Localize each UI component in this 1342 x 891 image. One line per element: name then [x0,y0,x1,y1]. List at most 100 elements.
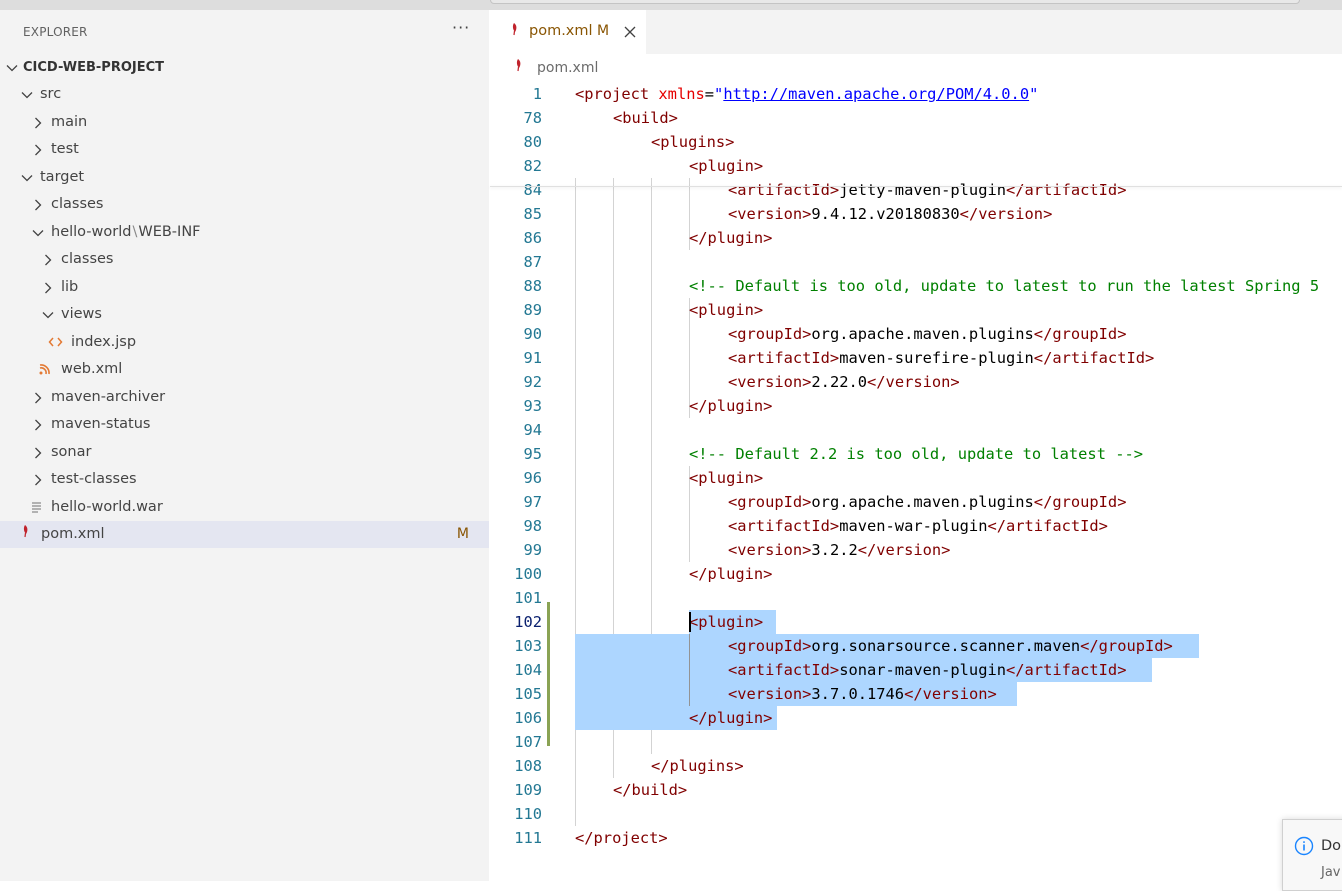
line-number: 78 [523,109,542,127]
tree-item-label: index.jsp [71,334,137,350]
line-content: <plugin> [689,469,764,487]
code-line: 109 </build> [490,778,1342,802]
explorer-title: EXPLORER [23,25,88,39]
line-content: <plugins> [651,133,735,151]
line-number: 80 [523,133,542,151]
line-number: 90 [523,325,542,343]
tree-item-classes[interactable]: classes [0,191,489,218]
tree-item-label: classes [61,251,114,267]
chevron-right-icon [41,246,55,273]
tree-item-test[interactable]: test [0,136,489,163]
tree-item-label: maven-status [51,416,151,432]
line-number: 85 [523,205,542,223]
tree-item-target[interactable]: target [0,164,489,191]
chevron-right-icon [41,274,55,301]
chevron-down-icon [5,54,19,81]
line-content: </project> [575,829,668,847]
chevron-down-icon [41,301,55,328]
line-content: <artifactId>maven-surefire-plugin</artif… [728,349,1155,367]
line-number: 107 [514,733,542,751]
tree-item-label: maven-archiver [51,389,166,405]
more-actions-icon[interactable]: ··· [452,18,470,37]
text-cursor [689,612,691,632]
tree-item-index-jsp[interactable]: index.jsp [0,329,489,356]
line-content: </plugin> [689,709,773,727]
tree-item-views[interactable]: views [0,301,489,328]
tree-item-label: sonar [51,444,92,460]
code-line: 87 [490,250,1342,274]
line-content: <project xmlns="http://maven.apache.org/… [575,85,1039,103]
tree-item-maven-archiver[interactable]: maven-archiver [0,384,489,411]
line-content: <version>3.2.2</version> [728,541,951,559]
chevron-right-icon [31,466,45,493]
line-number: 82 [523,157,542,175]
chevron-down-icon [20,81,34,108]
tree-item-main[interactable]: main [0,109,489,136]
code-line: 103 <groupId>org.sonarsource.scanner.mave… [490,634,1342,658]
tree-item-label: lib [61,279,79,295]
code-line: 102 <plugin> [490,610,1342,634]
line-content: <plugin> [689,613,764,631]
maven-feather-icon [510,22,522,44]
code-line: 91 <artifactId>maven-surefire-plugin</art… [490,346,1342,370]
tree-item-hello-world-war[interactable]: hello-world.war [0,494,489,521]
tree-item-web-xml[interactable]: web.xml [0,356,489,383]
title-bar [0,0,1342,10]
code-line: 106 </plugin> [490,706,1342,730]
chevron-down-icon [31,219,45,246]
code-line: 84 <artifactId>jetty-maven-plugin</artifa… [490,178,1342,202]
code-line: 104 <artifactId>sonar-maven-plugin</artif… [490,658,1342,682]
info-icon [1294,836,1314,860]
notification-subtext: Jav [1321,865,1341,880]
line-number: 104 [514,661,542,679]
chevron-right-icon [31,439,45,466]
code-line: 108 </plugins> [490,754,1342,778]
tree-item-test-classes[interactable]: test-classes [0,466,489,493]
line-number: 103 [514,637,542,655]
code-editor[interactable]: 1 <project xmlns="http://maven.apache.org… [490,82,1342,882]
code-line: 78 <build> [490,106,1342,130]
tree-item-hello-world-web-inf[interactable]: hello-world\WEB-INF [0,219,489,246]
line-content: <version>2.22.0</version> [728,373,960,391]
line-number: 100 [514,565,542,583]
tree-item-web-inf-classes[interactable]: classes [0,246,489,273]
code-line: 80 <plugins> [490,130,1342,154]
tree-item-sonar[interactable]: sonar [0,439,489,466]
line-number: 102 [514,613,542,631]
tree-item-pom-xml[interactable]: pom.xml M [0,521,489,548]
code-line: 107 [490,730,1342,754]
line-content: </plugins> [651,757,744,775]
project-root[interactable]: CICD-WEB-PROJECT [0,54,489,81]
tree-item-maven-status[interactable]: maven-status [0,411,489,438]
editor-area: pom.xml M pom.xml 1 <project xmlns="http:… [490,10,1342,881]
tree-item-lib[interactable]: lib [0,274,489,301]
line-number: 88 [523,277,542,295]
explorer-sidebar: EXPLORER ··· CICD-WEB-PROJECT src main t… [0,10,489,881]
tree-item-label: src [40,86,62,102]
line-content: <groupId>org.apache.maven.plugins</group… [728,493,1127,511]
line-content: <plugin> [689,301,764,319]
line-number: 1 [532,85,542,103]
notification-text: Do [1321,838,1342,854]
line-content: </build> [613,781,688,799]
code-file-icon [48,329,64,356]
chevron-right-icon [31,384,45,411]
command-center[interactable] [490,0,1300,4]
code-line: 82 <plugin> [490,154,1342,178]
line-content: <!-- Default is too old, update to lates… [689,277,1320,295]
close-icon[interactable] [623,24,637,43]
tree-item-src[interactable]: src [0,81,489,108]
line-number: 84 [523,181,542,199]
line-number: 86 [523,229,542,247]
tree-item-label: main [51,114,88,130]
notification-toast[interactable]: Do Jav [1282,819,1342,891]
code-line: 90 <groupId>org.apache.maven.plugins</gro… [490,322,1342,346]
tab-label: pom.xml [529,23,593,39]
tab-pom-xml[interactable]: pom.xml M [490,10,646,54]
code-line: 101 [490,586,1342,610]
line-content: <artifactId>sonar-maven-plugin</artifact… [728,661,1127,679]
tree-item-label: views [61,306,102,322]
code-line: 86 </plugin> [490,226,1342,250]
tree-item-label: hello-world\WEB-INF [51,224,201,240]
line-number: 97 [523,493,542,511]
